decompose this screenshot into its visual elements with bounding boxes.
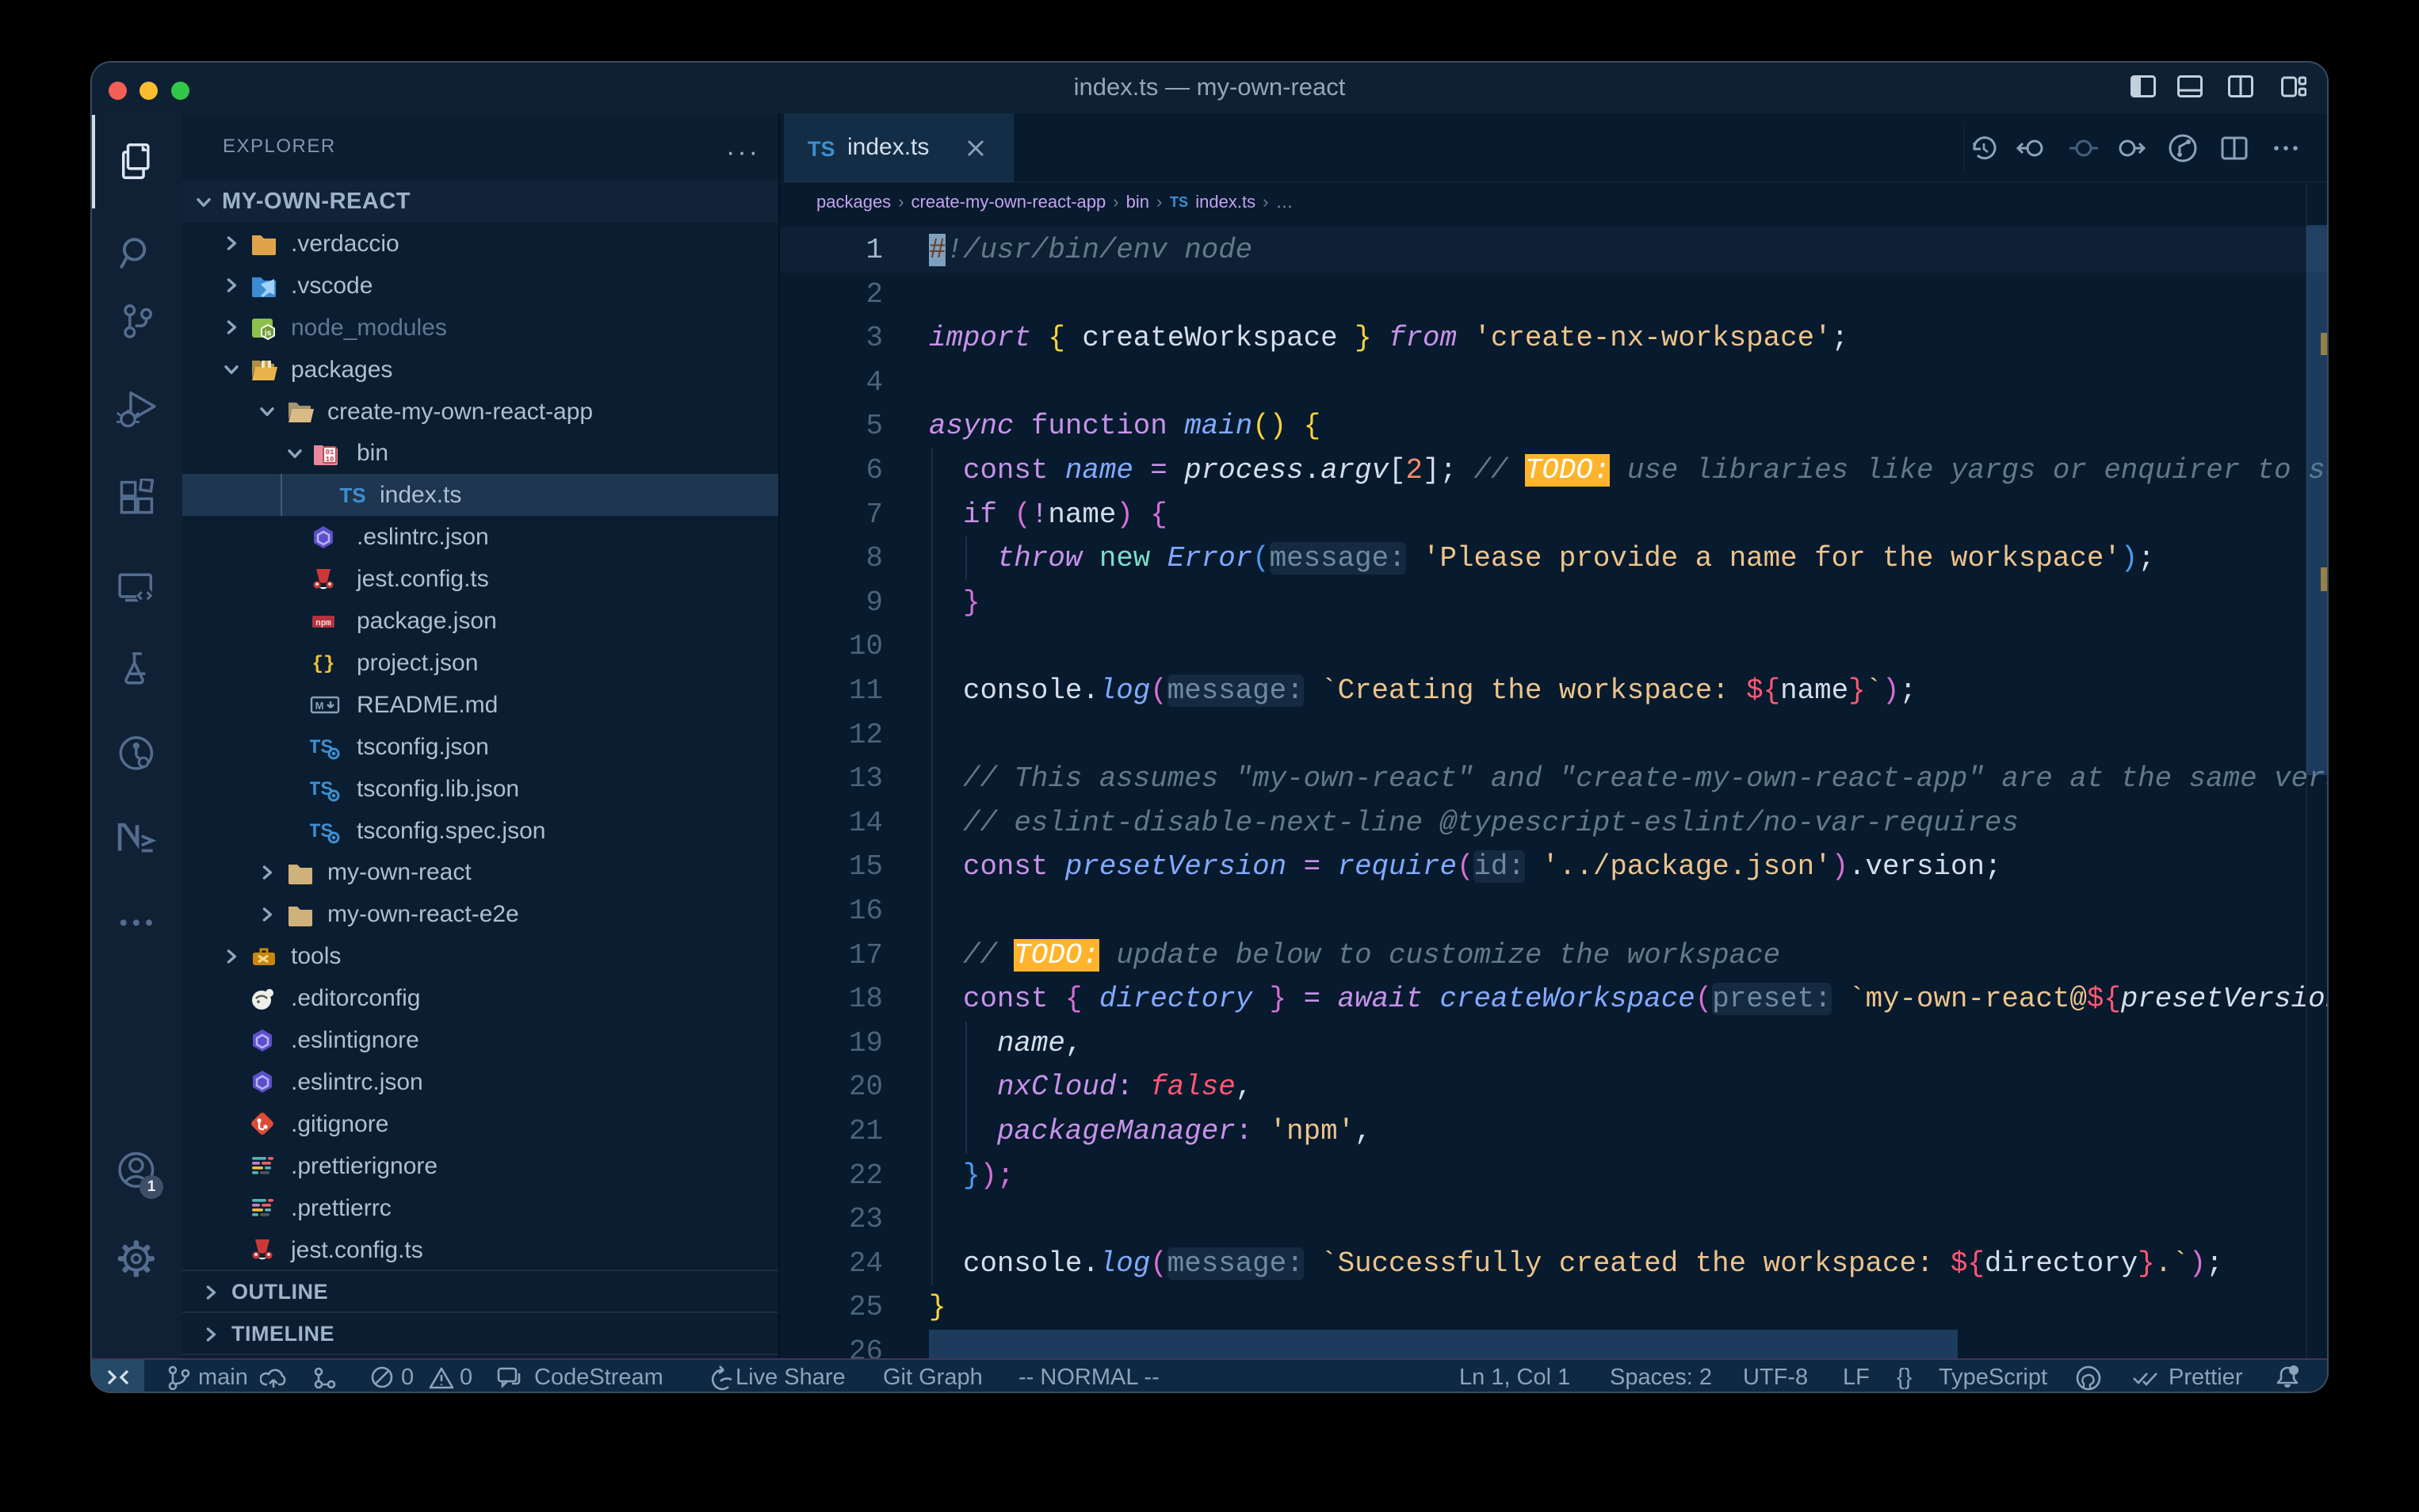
svg-text:M: M	[315, 700, 324, 712]
svg-text:npm: npm	[315, 619, 331, 628]
svg-text:TS: TS	[339, 483, 365, 507]
svg-text:10: 10	[326, 456, 334, 464]
svg-text:js: js	[264, 329, 272, 338]
svg-text:{}: {}	[312, 654, 335, 675]
